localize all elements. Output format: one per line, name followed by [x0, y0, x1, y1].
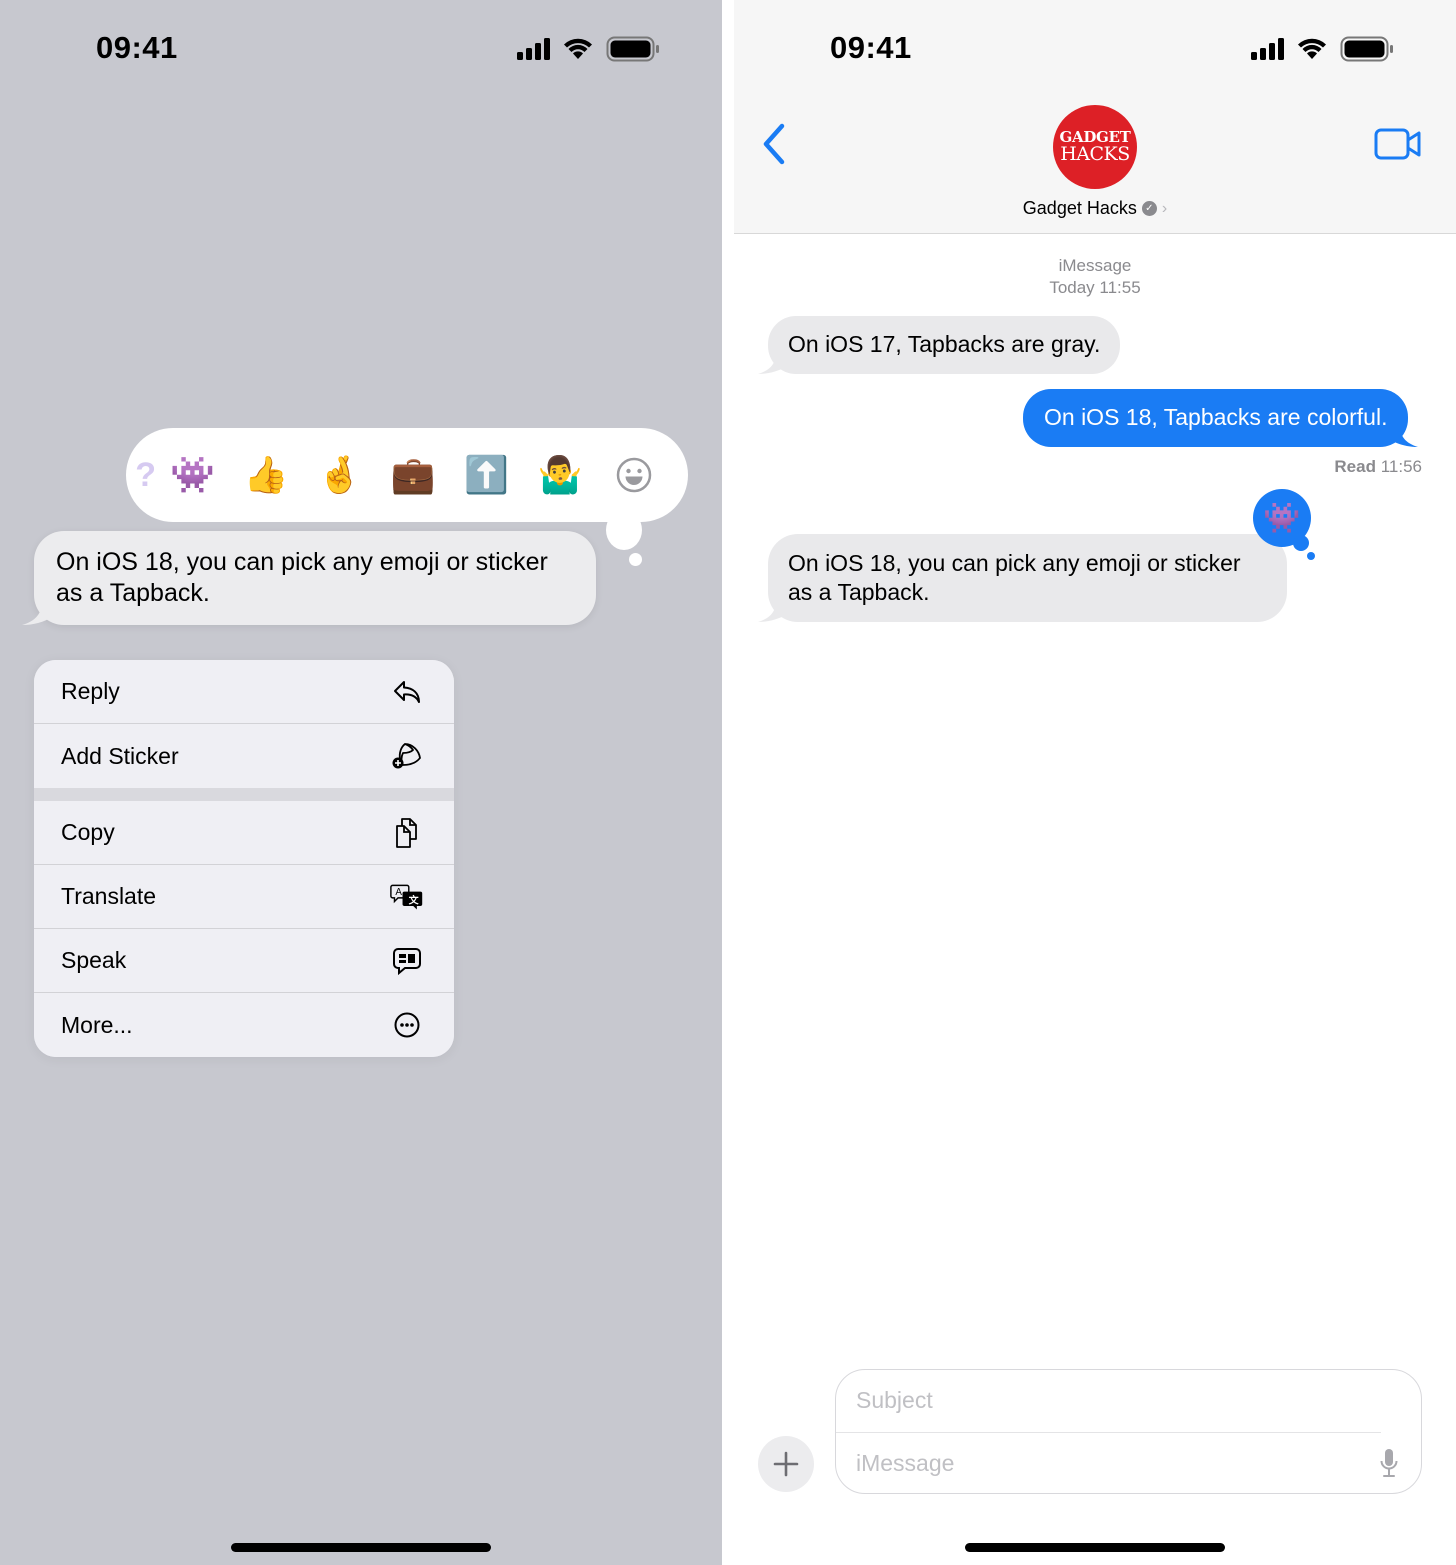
wifi-icon: [562, 37, 594, 61]
subject-input[interactable]: [856, 1384, 1356, 1416]
contact-name: Gadget Hacks: [1022, 198, 1137, 218]
read-time: 11:56: [1380, 457, 1422, 476]
composer-divider: [836, 1432, 1381, 1433]
verified-badge-icon: ✓: [1141, 201, 1157, 216]
battery-icon: [1340, 36, 1394, 62]
menu-item-label: Translate: [61, 883, 157, 909]
status-icons: [1251, 36, 1394, 62]
menu-item-label: Copy: [61, 819, 115, 845]
tapback-picker-tail-dot: [629, 553, 642, 566]
tapback-badge-tail-dot: [1307, 552, 1315, 560]
contact-avatar[interactable]: GADGET HACKS: [1053, 105, 1137, 189]
plus-icon: [773, 1451, 799, 1477]
more-icon: [390, 1008, 424, 1042]
copy-icon: [390, 816, 424, 850]
menu-item-label: Speak: [61, 947, 127, 973]
menu-item-reply[interactable]: Reply: [34, 660, 454, 724]
service-label: iMessage: [1058, 256, 1132, 275]
message-text: On iOS 17, Tapbacks are gray.: [788, 331, 1101, 357]
menu-item-label: More...: [61, 1011, 133, 1038]
status-time: 09:41: [830, 30, 912, 65]
bubble-tail: [22, 601, 52, 625]
tapback-question-mark[interactable]: ?: [126, 428, 156, 522]
message-composer: [835, 1369, 1422, 1494]
message-bubble-incoming[interactable]: On iOS 17, Tapbacks are gray.: [758, 316, 1121, 374]
microphone-icon: [1380, 1449, 1398, 1477]
message-bubble-incoming[interactable]: On iOS 18, you can pick any emoji or sti…: [758, 534, 1287, 622]
menu-item-speak[interactable]: Speak: [34, 929, 454, 993]
facetime-video-button[interactable]: [1374, 128, 1422, 160]
battery-icon: [606, 36, 660, 62]
contact-name-button[interactable]: Gadget Hacks ✓ ›: [734, 198, 1456, 219]
add-sticker-icon: [390, 739, 424, 773]
signal-icon: [1251, 38, 1284, 60]
avatar-line2: HACKS: [1060, 143, 1130, 165]
chevron-right-icon: ›: [1161, 199, 1168, 217]
menu-item-add-sticker[interactable]: Add Sticker: [34, 724, 454, 788]
home-indicator[interactable]: [965, 1543, 1225, 1552]
read-receipt: Read 11:56: [1334, 457, 1422, 477]
wifi-icon: [1296, 37, 1328, 61]
context-menu: Reply Add Sticker Copy Translate A文 Spea: [34, 660, 454, 1057]
tapback-picker-tail: [606, 510, 642, 550]
add-emoji-tapback-button[interactable]: [597, 428, 671, 522]
translate-icon: A文: [390, 880, 424, 914]
focused-message-text: On iOS 18, you can pick any emoji or sti…: [56, 548, 548, 607]
menu-item-more[interactable]: More...: [34, 993, 454, 1057]
right-screen-conversation: 09:41 GADGET HACKS Gadget Hacks ✓ › iMes…: [734, 0, 1456, 1565]
video-camera-icon: [1374, 128, 1421, 160]
message-text: On iOS 18, you can pick any emoji or sti…: [788, 550, 1241, 605]
home-indicator[interactable]: [231, 1543, 491, 1552]
signal-icon: [517, 38, 550, 60]
smiley-icon: [616, 457, 651, 493]
menu-item-label: Reply: [61, 678, 120, 704]
speak-icon: [390, 944, 424, 978]
status-time: 09:41: [96, 30, 178, 65]
back-button[interactable]: [760, 122, 790, 166]
tapback-thumbs-up[interactable]: 👍: [230, 428, 304, 522]
menu-group-separator: [34, 788, 454, 801]
read-label: Read: [1334, 457, 1376, 476]
conversation-timestamp: Today 11:55: [1049, 278, 1141, 297]
message-bubble-outgoing[interactable]: On iOS 18, Tapbacks are colorful.: [1023, 389, 1419, 447]
dictation-button[interactable]: [1379, 1448, 1399, 1478]
menu-item-translate[interactable]: Translate A文: [34, 865, 454, 929]
menu-item-copy[interactable]: Copy: [34, 801, 454, 865]
message-text: On iOS 18, Tapbacks are colorful.: [1044, 404, 1388, 430]
svg-text:A: A: [395, 887, 402, 898]
tapback-person-shrugging[interactable]: 🤷‍♂️: [524, 428, 598, 522]
menu-item-label: Add Sticker: [61, 742, 179, 769]
tapback-up-arrow[interactable]: ⬆️: [450, 428, 524, 522]
bubble-tail: [758, 352, 786, 374]
bubble-tail: [1390, 425, 1419, 447]
message-input[interactable]: [856, 1447, 1356, 1479]
tapback-badge-tail: [1293, 535, 1309, 551]
left-screen-tapback-menu: 09:41 ? 👾 👍 🤞 💼 ⬆️ 🤷‍♂️ On iOS 18, you c…: [0, 0, 722, 1565]
tapback-crossed-fingers[interactable]: 🤞: [303, 428, 377, 522]
tapback-monster-sticker[interactable]: 👾: [156, 428, 230, 522]
chevron-left-icon: [763, 123, 785, 165]
tapback-picker: ? 👾 👍 🤞 💼 ⬆️ 🤷‍♂️: [126, 428, 688, 522]
tapback-briefcase[interactable]: 💼: [377, 428, 451, 522]
focused-message-bubble: On iOS 18, you can pick any emoji or sti…: [22, 531, 596, 625]
apps-plus-button[interactable]: [758, 1436, 814, 1492]
bubble-tail: [758, 600, 786, 622]
status-icons: [517, 36, 660, 62]
reply-icon: [390, 675, 424, 709]
conversation-header: 09:41 GADGET HACKS Gadget Hacks ✓ ›: [734, 0, 1456, 234]
svg-text:文: 文: [409, 893, 419, 906]
